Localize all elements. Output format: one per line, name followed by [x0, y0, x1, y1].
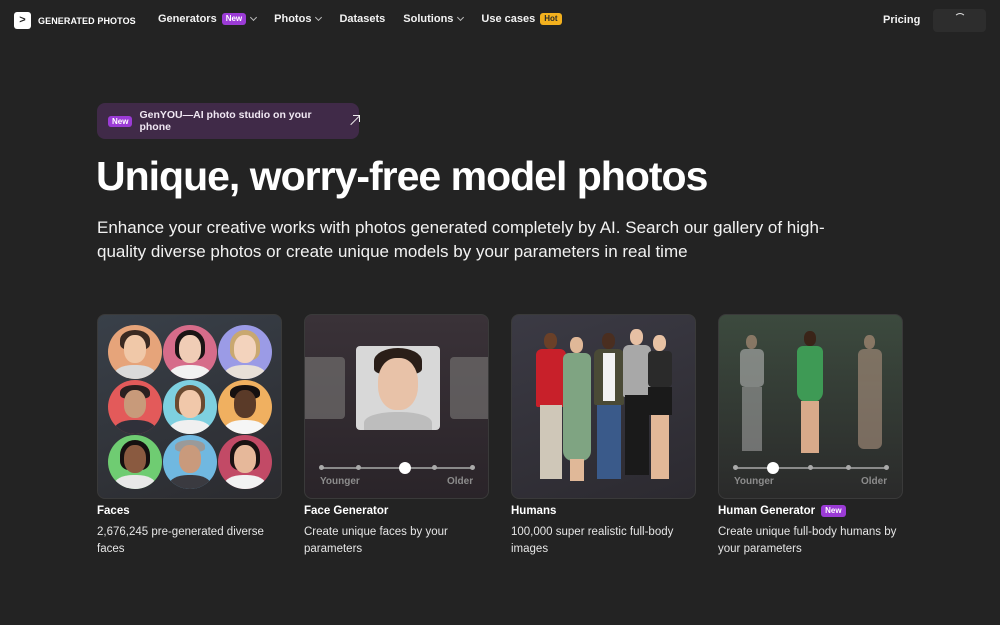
nav-item-label: Generators — [158, 13, 217, 25]
nav-item-label: Datasets — [339, 13, 386, 25]
slider-label-older: Older — [861, 476, 888, 487]
card-description: Create unique full-body humans by your p… — [718, 526, 897, 555]
chevron-down-icon — [250, 13, 258, 21]
main-menu: Generators New Photos Datasets Solutions… — [158, 13, 580, 25]
human-figure — [644, 335, 676, 481]
nav-item-generators[interactable]: Generators New — [158, 13, 258, 25]
card-title: Face Generator — [304, 505, 389, 517]
card-title: Faces — [97, 505, 130, 517]
face-avatar — [108, 325, 162, 379]
face-avatar — [163, 435, 217, 489]
card-title-text: Human Generator — [718, 505, 816, 517]
nav-item-solutions[interactable]: Solutions — [403, 13, 465, 25]
card-title: Humans — [511, 505, 557, 517]
promo-text: GenYOU—AI photo studio on your phone — [139, 109, 312, 133]
logo-text: GENERATED PHOTOS — [38, 15, 136, 26]
card-humans[interactable]: Humans 100,000 super realistic full-body… — [511, 314, 696, 558]
account-button[interactable] — [933, 9, 986, 32]
human-figure-main — [793, 331, 827, 455]
card-face-generator[interactable]: Younger Older Face Generator Create uniq… — [304, 314, 489, 558]
new-badge: New — [821, 505, 846, 517]
top-navigation: > GENERATED PHOTOS Generators New Photos… — [0, 0, 1000, 40]
age-slider-handle[interactable] — [767, 462, 780, 474]
card-title: Human Generator New — [718, 504, 903, 518]
logo-icon: > — [14, 12, 31, 29]
face-thumbnail-left — [305, 357, 345, 419]
face-avatar — [163, 380, 217, 434]
slider-label-older: Older — [447, 476, 474, 487]
card-description: 2,676,245 pre-generated diverse faces — [97, 526, 264, 555]
promo-banner[interactable]: New GenYOU—AI photo studio on your phone — [97, 103, 360, 139]
face-thumbnail-main — [356, 346, 440, 430]
nav-item-datasets[interactable]: Datasets — [339, 13, 385, 25]
chevron-down-icon — [457, 13, 465, 21]
slider-label-younger: Younger — [320, 476, 360, 487]
spinner-icon — [954, 13, 966, 25]
face-thumbnail-right — [450, 357, 488, 419]
arrow-up-right-icon — [349, 115, 360, 126]
nav-item-use-cases[interactable]: Use cases Hot — [481, 13, 562, 25]
human-figure-right — [855, 335, 885, 453]
human-figure — [560, 337, 594, 483]
face-avatar — [218, 325, 272, 379]
face-avatar — [163, 325, 217, 379]
card-description: Create unique faces by your parameters — [304, 526, 448, 555]
face-avatar — [218, 380, 272, 434]
face-generator-image: Younger Older — [304, 314, 489, 499]
page-subheadline: Enhance your creative works with photos … — [97, 218, 825, 261]
age-slider-handle[interactable] — [399, 462, 412, 474]
page-headline: Unique, worry-free model photos — [96, 153, 708, 199]
slider-label-younger: Younger — [734, 476, 774, 487]
nav-pricing-link[interactable]: Pricing — [883, 14, 920, 26]
hot-badge: Hot — [540, 13, 562, 25]
face-avatar — [108, 380, 162, 434]
new-badge: New — [221, 13, 247, 25]
human-figure-left — [737, 335, 767, 453]
human-generator-image: Younger Older — [718, 314, 903, 499]
logo[interactable]: > GENERATED PHOTOS — [14, 12, 136, 29]
face-avatar — [218, 435, 272, 489]
card-faces[interactable]: Faces 2,676,245 pre-generated diverse fa… — [97, 314, 282, 558]
card-human-generator[interactable]: Younger Older Human Generator New Create… — [718, 314, 903, 558]
nav-item-label: Use cases — [481, 13, 536, 25]
face-avatar — [108, 435, 162, 489]
nav-item-label: Photos — [274, 13, 312, 25]
chevron-down-icon — [315, 13, 323, 21]
new-badge: New — [108, 115, 133, 127]
age-slider-track[interactable] — [321, 467, 474, 469]
nav-item-photos[interactable]: Photos — [274, 13, 323, 25]
card-description: 100,000 super realistic full-body images — [511, 526, 674, 555]
faces-image — [97, 314, 282, 499]
humans-image — [511, 314, 696, 499]
nav-item-label: Solutions — [403, 13, 454, 25]
